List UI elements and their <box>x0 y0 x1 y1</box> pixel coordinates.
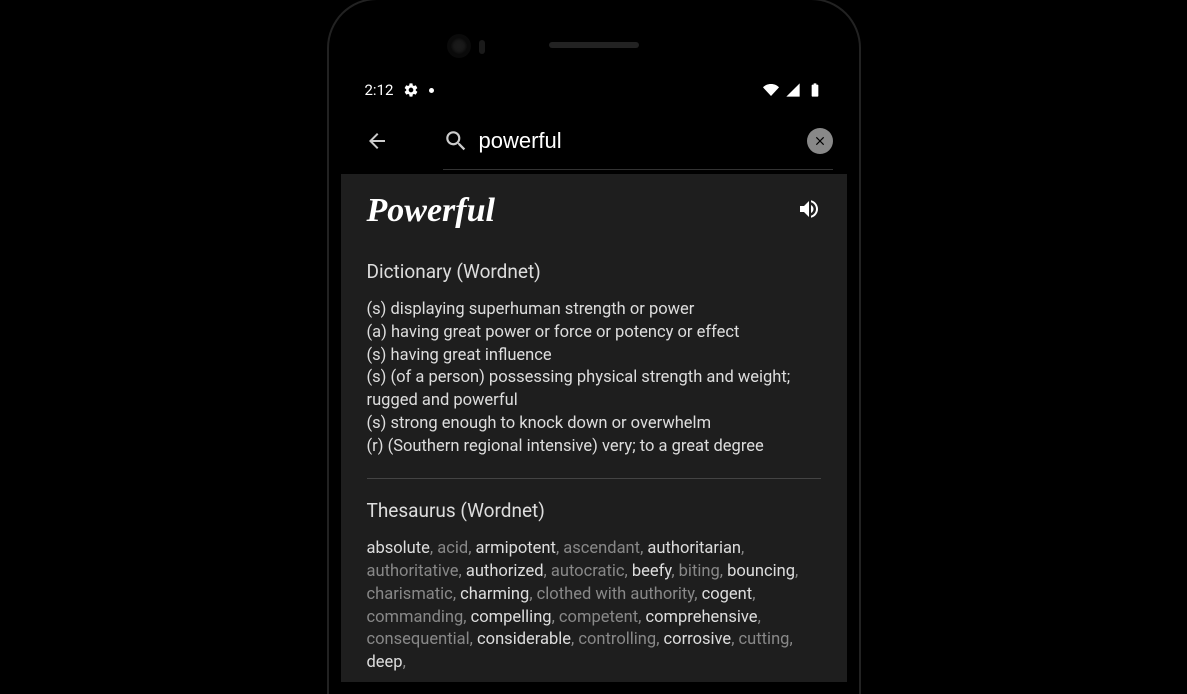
synonym[interactable]: corrosive <box>664 630 732 649</box>
separator: , <box>468 539 475 558</box>
synonym[interactable]: acid <box>437 539 468 558</box>
separator: , <box>752 585 755 604</box>
synonym[interactable]: ascendant <box>563 539 640 558</box>
separator: , <box>463 608 470 627</box>
synonym[interactable]: competent <box>559 608 638 627</box>
synonym[interactable]: clothed with authority <box>537 585 695 604</box>
word-title: Powerful <box>367 192 495 230</box>
phone-screen: 2:12 <box>341 12 847 682</box>
definition-line: (s) strong enough to knock down or overw… <box>367 413 821 436</box>
synonym[interactable]: authoritative <box>367 562 459 581</box>
camera-lens <box>451 38 467 54</box>
synonym[interactable]: absolute <box>367 539 430 558</box>
wifi-icon <box>763 82 779 98</box>
status-bar: 2:12 <box>341 72 847 108</box>
synonym[interactable]: authorized <box>466 562 544 581</box>
back-button[interactable] <box>355 119 399 163</box>
sensor <box>479 40 485 54</box>
signal-icon <box>785 82 801 98</box>
separator: , <box>731 630 738 649</box>
definition-line: (s) displaying superhuman strength or po… <box>367 299 821 322</box>
synonym[interactable]: autocratic <box>551 562 625 581</box>
definition-line: (s) (of a person) possessing physical st… <box>367 367 821 413</box>
thesaurus-heading: Thesaurus (Wordnet) <box>367 499 821 522</box>
dictionary-heading: Dictionary (Wordnet) <box>367 260 821 283</box>
synonym[interactable]: consequential <box>367 630 470 649</box>
definition-line: (r) (Southern regional intensive) very; … <box>367 436 821 459</box>
separator: , <box>694 585 701 604</box>
status-right <box>763 82 823 98</box>
separator: , <box>459 562 466 581</box>
separator: , <box>758 608 761 627</box>
close-icon <box>813 134 827 148</box>
separator: , <box>671 562 678 581</box>
separator: , <box>656 630 663 649</box>
synonym[interactable]: comprehensive <box>645 608 757 627</box>
synonym[interactable]: cogent <box>702 585 753 604</box>
search-input[interactable] <box>479 128 789 154</box>
search-bar <box>341 108 847 174</box>
separator: , <box>529 585 536 604</box>
word-header: Powerful <box>367 192 821 230</box>
search-icon <box>443 128 469 154</box>
synonym[interactable]: considerable <box>477 630 571 649</box>
separator: , <box>720 562 727 581</box>
dot-icon <box>429 88 434 93</box>
phone-frame: 2:12 <box>329 0 859 694</box>
separator: , <box>470 630 477 649</box>
app-area: Powerful Dictionary (Wordnet) (s) displa… <box>341 108 847 682</box>
pronounce-button[interactable] <box>797 197 821 225</box>
dictionary-entries: (s) displaying superhuman strength or po… <box>367 299 821 458</box>
gear-icon <box>403 82 419 98</box>
separator: , <box>544 562 551 581</box>
synonym[interactable]: controlling <box>578 630 656 649</box>
separator: , <box>552 608 559 627</box>
synonym[interactable]: authoritarian <box>647 539 741 558</box>
definition-line: (a) having great power or force or poten… <box>367 322 821 345</box>
definition-line: (s) having great influence <box>367 345 821 368</box>
battery-icon <box>807 82 823 98</box>
section-divider <box>367 478 821 479</box>
synonym[interactable]: charismatic <box>367 585 453 604</box>
status-left: 2:12 <box>365 81 435 99</box>
separator: , <box>795 562 798 581</box>
speaker-icon <box>797 197 821 221</box>
synonym[interactable]: biting <box>679 562 720 581</box>
search-field-wrap <box>443 112 833 170</box>
synonym[interactable]: deep <box>367 653 403 672</box>
separator: , <box>741 539 744 558</box>
separator: , <box>789 630 792 649</box>
synonym[interactable]: beefy <box>632 562 671 581</box>
separator: , <box>625 562 632 581</box>
clear-button[interactable] <box>807 128 833 154</box>
phone-notch <box>341 12 847 72</box>
synonym[interactable]: armipotent <box>476 539 556 558</box>
synonym[interactable]: commanding <box>367 608 464 627</box>
content-scroll[interactable]: Powerful Dictionary (Wordnet) (s) displa… <box>341 174 847 682</box>
status-time: 2:12 <box>365 81 394 99</box>
synonym[interactable]: compelling <box>471 608 552 627</box>
speaker-grille <box>549 42 639 48</box>
synonym[interactable]: cutting <box>739 630 790 649</box>
arrow-left-icon <box>365 129 389 153</box>
synonym[interactable]: charming <box>460 585 529 604</box>
thesaurus-synonyms: absolute, acid, armipotent, ascendant, a… <box>367 538 821 675</box>
synonym[interactable]: bouncing <box>727 562 795 581</box>
